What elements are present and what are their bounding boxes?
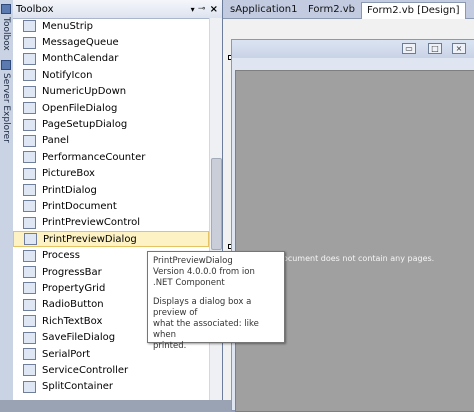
notifyicon-icon: [23, 69, 36, 82]
toolbox-icon: [1, 4, 11, 14]
side-tab-toolbox[interactable]: Toolbox: [0, 4, 12, 51]
print-preview-area: Document does not contain any pages.: [235, 70, 474, 412]
toolbox-item-label: PerformanceCounter: [42, 151, 146, 163]
toolbox-item[interactable]: PrintPreviewDialog: [13, 231, 209, 248]
printpreviewcontrol-icon: [23, 216, 36, 229]
printdialog-icon: [23, 184, 36, 197]
toolbox-item-label: PrintDocument: [42, 200, 117, 212]
toolbox-item-label: ProgressBar: [42, 266, 102, 278]
toolbox-item-label: SplitContainer: [42, 381, 114, 393]
propertygrid-icon: [23, 282, 36, 295]
toolbox-item-label: SaveFileDialog: [42, 332, 116, 344]
minimize-icon[interactable]: ▭: [402, 43, 416, 54]
tab-form2-design[interactable]: Form2.vb [Design]: [361, 2, 466, 19]
radiobutton-icon: [23, 298, 36, 311]
messagequeue-icon: [23, 36, 36, 49]
auto-hide-strip: Toolbox Server Explorer: [0, 0, 14, 400]
toolbox-item-label: PictureBox: [42, 168, 95, 180]
toolbox-item[interactable]: MenuStrip: [13, 18, 209, 34]
toolbox-item-label: PageSetupDialog: [42, 119, 128, 131]
toolbox-item-label: RadioButton: [42, 299, 104, 311]
maximize-icon[interactable]: □: [428, 43, 442, 54]
toolbox-item-label: MenuStrip: [42, 20, 93, 32]
printdocument-icon: [23, 200, 36, 213]
monthcalendar-icon: [23, 52, 36, 65]
toolbox-item[interactable]: MonthCalendar: [13, 51, 209, 67]
tooltip-description-line: what the associated: like when: [153, 319, 259, 340]
toolbox-item-label: MessageQueue: [42, 37, 119, 49]
splitcontainer-icon: [23, 380, 36, 393]
close-icon[interactable]: ×: [452, 43, 466, 54]
pagesetupdialog-icon: [23, 118, 36, 131]
toolbox-item[interactable]: Panel: [13, 133, 209, 149]
toolbox-item-label: PrintPreviewControl: [42, 217, 141, 229]
tooltip-description-line: Displays a dialog box a preview of: [153, 297, 252, 318]
toolbox-item[interactable]: PrintDialog: [13, 182, 209, 198]
toolbox-item-label: Panel: [42, 135, 69, 147]
toolbox-title: Toolbox: [16, 3, 54, 15]
component-tooltip: PrintPreviewDialog Version 4.0.0.0 from …: [147, 251, 285, 351]
toolbox-item-label: PropertyGrid: [42, 282, 106, 294]
side-tab-server-explorer-label: Server Explorer: [1, 73, 11, 143]
process-icon: [23, 249, 36, 262]
window-position-dropdown-icon[interactable]: ▾: [191, 5, 195, 14]
toolbox-item[interactable]: MessageQueue: [13, 34, 209, 50]
picturebox-icon: [23, 167, 36, 180]
toolbox-item[interactable]: NotifyIcon: [13, 67, 209, 83]
tooltip-version: Version 4.0.0.0 from ion: [153, 267, 255, 277]
tab-application[interactable]: sApplication1: [225, 2, 302, 18]
toolbox-item[interactable]: ServiceController: [13, 362, 209, 378]
savefiledialog-icon: [23, 331, 36, 344]
toolbox-item[interactable]: PageSetupDialog: [13, 116, 209, 132]
server-explorer-icon: [1, 60, 11, 70]
toolbox-item-label: PrintDialog: [42, 184, 97, 196]
tooltip-type: .NET Component: [153, 278, 225, 288]
toolbox-item[interactable]: NumericUpDown: [13, 84, 209, 100]
scrollbar-thumb[interactable]: [211, 158, 222, 250]
menustrip-icon: [23, 20, 36, 33]
side-tab-toolbox-label: Toolbox: [1, 17, 11, 51]
panel-icon: [23, 134, 36, 147]
document-tab-strip: sApplication1 Form2.vb Form2.vb [Design]: [223, 0, 474, 19]
toolbox-item-label: ServiceController: [42, 364, 129, 376]
side-tab-server-explorer[interactable]: Server Explorer: [0, 60, 12, 143]
auto-hide-pin-icon[interactable]: ⊸: [198, 4, 206, 14]
tab-form2-code[interactable]: Form2.vb: [303, 2, 360, 18]
performancecounter-icon: [23, 151, 36, 164]
printpreviewdialog-icon: [24, 233, 37, 246]
close-icon[interactable]: ×: [210, 4, 218, 15]
richtextbox-icon: [23, 315, 36, 328]
toolbox-titlebar: Toolbox ▾ ⊸ ×: [13, 0, 222, 19]
toolbox-item-label: Process: [42, 250, 80, 262]
toolbox-item[interactable]: PerformanceCounter: [13, 149, 209, 165]
tooltip-description-line: printed.: [153, 341, 187, 351]
toolbox-item-label: NotifyIcon: [42, 69, 93, 81]
numericupdown-icon: [23, 85, 36, 98]
toolbox-item-label: RichTextBox: [42, 315, 103, 327]
toolbox-item[interactable]: PictureBox: [13, 166, 209, 182]
servicecontroller-icon: [23, 364, 36, 377]
progressbar-icon: [23, 266, 36, 279]
toolbox-item-label: SerialPort: [42, 348, 91, 360]
tooltip-title: PrintPreviewDialog: [153, 256, 233, 266]
form-window[interactable]: ▭ □ × Document does not contain any page…: [231, 39, 474, 412]
toolbox-item[interactable]: SplitContainer: [13, 379, 209, 395]
openfiledialog-icon: [23, 102, 36, 115]
toolbox-item[interactable]: PrintPreviewControl: [13, 215, 209, 231]
form-caption-bar: ▭ □ ×: [232, 40, 474, 58]
toolbox-item[interactable]: OpenFileDialog: [13, 100, 209, 116]
toolbox-item-label: OpenFileDialog: [42, 102, 118, 114]
toolbox-item-label: MonthCalendar: [42, 53, 119, 65]
toolbox-item-label: PrintPreviewDialog: [43, 233, 137, 245]
toolbox-item-label: NumericUpDown: [42, 86, 127, 98]
toolbox-item[interactable]: PrintDocument: [13, 198, 209, 214]
serialport-icon: [23, 348, 36, 360]
